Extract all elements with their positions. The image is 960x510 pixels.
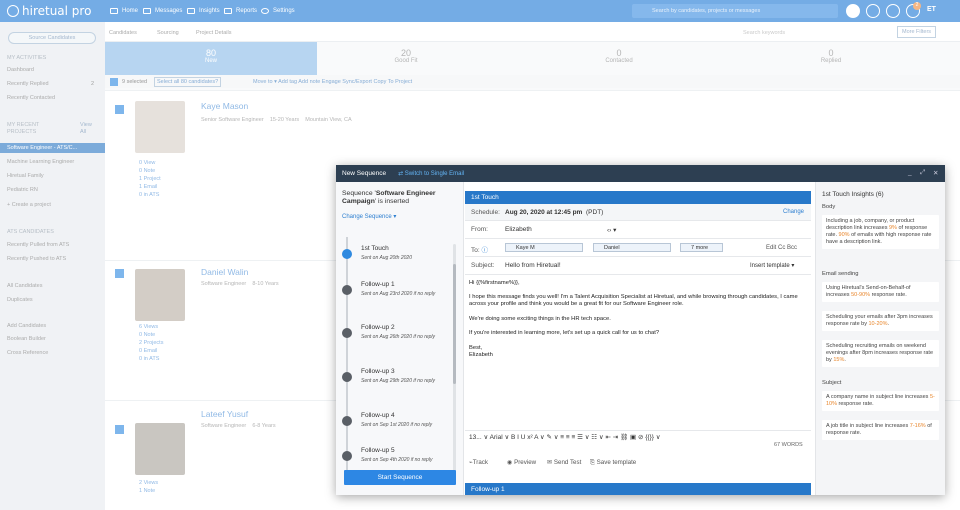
minimize-icon[interactable]: _ [908, 169, 912, 176]
follow-up-1-header[interactable]: Follow-up 1 [465, 483, 811, 495]
change-schedule-link[interactable]: Change [783, 209, 804, 215]
sequence-inserted-text: Sequence 'Software Engineer Campaign' is… [342, 190, 436, 205]
steps-scrollbar[interactable] [453, 244, 456, 472]
schedule-value: Aug 20, 2020 at 12:45 pm [505, 209, 583, 216]
close-icon[interactable]: ✕ [933, 169, 938, 177]
insight-card: Including a job, company, or product des… [822, 215, 939, 249]
from-dropdown-icon[interactable]: ‹› ▾ [607, 226, 616, 234]
insights-panel: 1st Touch Insights (6) Body Including a … [815, 182, 945, 495]
step-dot [342, 451, 352, 461]
modal-title: New Sequence [342, 170, 387, 177]
recipient-chip[interactable]: Daniel [593, 243, 671, 252]
switch-single-email-link[interactable]: ⇄ Switch to Single Email [398, 170, 464, 177]
save-template-button[interactable]: ⎘ Save template [590, 459, 636, 467]
more-recipients-chip[interactable]: 7 more [680, 243, 723, 252]
steps-connector [346, 237, 348, 478]
insight-card: Scheduling your emails after 3pm increas… [822, 311, 939, 331]
step-dot [342, 328, 352, 338]
sequence-steps: 1st Touch Sent on Aug 20th 2020 Follow-up… [336, 237, 458, 478]
expand-icon[interactable]: ⤢ [920, 169, 925, 177]
recipient-chip[interactable]: Kaye M [505, 243, 583, 252]
schedule-row: Schedule: Aug 20, 2020 at 12:45 pm (PDT)… [465, 204, 811, 221]
from-select[interactable]: Elizabeth [505, 226, 532, 233]
step-dot [342, 285, 352, 295]
step-dot [342, 372, 352, 382]
new-sequence-modal: New Sequence ⇄ Switch to Single Email _ … [336, 165, 945, 495]
step-tab-header: 1st Touch [465, 191, 811, 204]
insights-section: Body [822, 204, 836, 210]
insight-card: A company name in subject line increases… [822, 391, 939, 411]
insight-card: Scheduling recruiting emails on weekend … [822, 340, 939, 367]
insert-template-dropdown[interactable]: Insert template ▾ [750, 262, 794, 269]
edit-cc-bcc-links[interactable]: Edit Cc Bcc [766, 245, 797, 251]
step-dot [342, 416, 352, 426]
insight-card: A job title in subject line increases 7-… [822, 420, 939, 440]
formatting-toolbar[interactable]: 13... ∨ Arial ∨ B I U x² A ∨ ✎ ∨ ≡ ≡ ≡ ☰… [465, 430, 811, 441]
insights-section: Email sending [822, 271, 859, 277]
insights-section: Subject [822, 380, 842, 386]
subject-input[interactable]: Hello from Hiretual! [505, 262, 561, 269]
sequence-panel: Sequence 'Software Engineer Campaign' is… [336, 182, 463, 495]
insight-card: Using Hiretual's Send-on-Behalf-of incre… [822, 282, 939, 302]
from-row: From: Elizabeth ‹› ▾ [465, 221, 811, 239]
preview-button[interactable]: ◉ Preview [507, 459, 536, 466]
modal-header: New Sequence ⇄ Switch to Single Email _ … [336, 165, 945, 182]
help-icon[interactable]: ⓘ [481, 247, 488, 254]
word-count: 67 WORDS [774, 442, 803, 448]
send-test-button[interactable]: ✉ Send Test [547, 459, 581, 466]
start-sequence-button[interactable]: Start Sequence [344, 470, 456, 485]
to-row: To: ⓘ Kaye M Daniel 7 more Edit Cc Bcc [465, 239, 811, 257]
track-toggle[interactable]: ⌁Track [469, 459, 488, 466]
email-composer: 1st Touch Schedule: Aug 20, 2020 at 12:4… [463, 182, 813, 495]
change-sequence-dropdown[interactable]: Change Sequence ▾ [342, 213, 396, 220]
step-dot [342, 249, 352, 259]
to-label: To: ⓘ [471, 247, 488, 254]
insights-title: 1st Touch Insights (6) [822, 191, 884, 198]
subject-row: Subject: Hello from Hiretual! Insert tem… [465, 257, 811, 275]
schedule-timezone: (PDT) [586, 209, 604, 216]
scrollbar-thumb[interactable] [453, 264, 456, 384]
